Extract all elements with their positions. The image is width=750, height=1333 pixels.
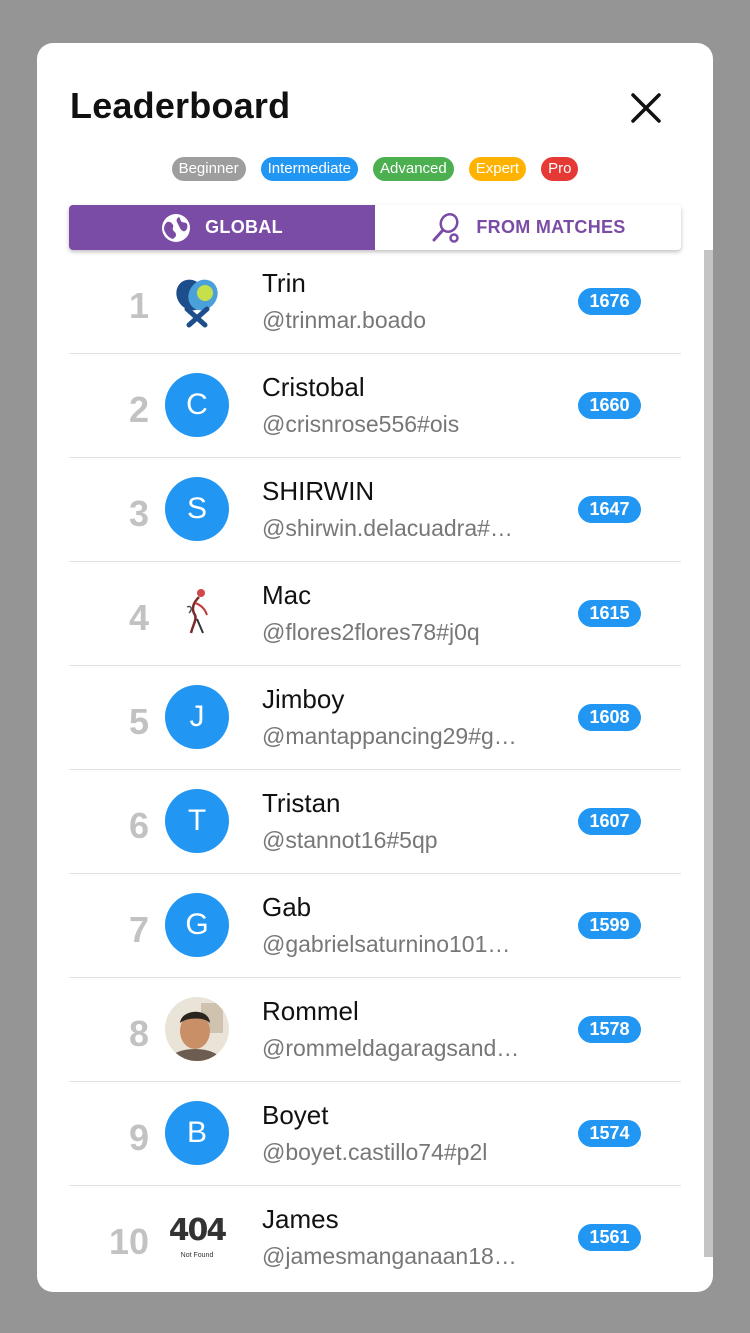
leaderboard-row[interactable]: 7 G Gab @gabrielsaturnino101… 1599 bbox=[69, 874, 681, 978]
player-name: Mac bbox=[262, 580, 312, 610]
avatar[interactable] bbox=[165, 997, 229, 1061]
avatar[interactable]: C bbox=[165, 373, 229, 437]
leaderboard-modal: Leaderboard Beginner Intermediate Advanced… bbox=[37, 43, 713, 1292]
rank-number: 10 bbox=[108, 1221, 149, 1262]
rank-number: 4 bbox=[128, 597, 149, 638]
rank-number: 1 bbox=[128, 285, 149, 326]
leaderboard-list: 1 Trin @trinmar.boado 1676 2 C Cristobal @crisn… bbox=[69, 250, 681, 1289]
close-icon bbox=[631, 93, 661, 123]
pickleball-logo-icon bbox=[176, 279, 218, 328]
not-found-label: Not Found bbox=[180, 1251, 214, 1259]
tab-global[interactable]: GLOBAL bbox=[69, 205, 375, 250]
player-name: SHIRWIN bbox=[262, 476, 375, 506]
player-handle: @flores2flores78#j0q bbox=[262, 619, 480, 645]
rating-badge: 1615 bbox=[578, 600, 641, 627]
player-name: Jimboy bbox=[262, 684, 345, 714]
page-title: Leaderboard bbox=[70, 85, 291, 126]
level-badge-intermediate: Intermediate bbox=[260, 157, 358, 181]
rank-number: 8 bbox=[128, 1013, 149, 1054]
tab-global-label: GLOBAL bbox=[205, 217, 283, 237]
level-badge-pro: Pro bbox=[541, 157, 579, 181]
avatar-letter: J bbox=[189, 700, 205, 733]
tab-from-matches-label: FROM MATCHES bbox=[476, 217, 626, 237]
avatar[interactable]: 404 Not Found bbox=[165, 1205, 229, 1269]
player-handle: @jamesmanganaan18… bbox=[262, 1243, 517, 1269]
player-handle: @gabrielsaturnino101… bbox=[262, 931, 511, 957]
avatar[interactable] bbox=[165, 581, 229, 645]
avatar-letter: S bbox=[186, 492, 207, 525]
level-legend: Beginner Intermediate Advanced Expert Pro bbox=[37, 157, 713, 181]
player-name: Tristan bbox=[262, 788, 341, 818]
rank-number: 2 bbox=[128, 389, 149, 430]
rating-badge: 1608 bbox=[578, 704, 641, 731]
avatar-letter: G bbox=[185, 908, 209, 941]
player-handle: @rommeldagaragsand… bbox=[262, 1035, 520, 1061]
avatar[interactable]: S bbox=[165, 477, 229, 541]
rating-badge: 1647 bbox=[578, 496, 641, 523]
rank-number: 5 bbox=[128, 701, 149, 742]
user-photo-icon bbox=[165, 997, 229, 1061]
player-name: Cristobal bbox=[262, 372, 365, 402]
leaderboard-row[interactable]: 5 J Jimboy @mantappancing29#g… 1608 bbox=[69, 666, 681, 770]
player-handle: @trinmar.boado bbox=[262, 307, 426, 333]
player-name: Boyet bbox=[262, 1100, 329, 1130]
rank-number: 3 bbox=[128, 493, 149, 534]
player-name: James bbox=[262, 1204, 339, 1234]
avatar[interactable]: B bbox=[165, 1101, 229, 1165]
avatar-letter: T bbox=[187, 804, 207, 837]
leaderboard-row[interactable]: 9 B Boyet @boyet.castillo74#p2l 1574 bbox=[69, 1082, 681, 1186]
rank-number: 6 bbox=[128, 805, 149, 846]
leaderboard-row[interactable]: 10 404 Not Found James @jamesmanganaan18… 156… bbox=[69, 1186, 681, 1289]
not-found-code: 404 bbox=[168, 1212, 228, 1248]
globe-icon bbox=[162, 213, 191, 242]
rating-badge: 1574 bbox=[578, 1120, 641, 1147]
leaderboard-tabs: GLOBAL FROM MATCHES bbox=[69, 205, 681, 250]
player-handle: @crisnrose556#ois bbox=[262, 411, 460, 437]
rating-badge: 1578 bbox=[578, 1016, 641, 1043]
rating-badge: 1607 bbox=[578, 808, 641, 835]
avatar[interactable]: G bbox=[165, 893, 229, 957]
rating-badge: 1561 bbox=[578, 1224, 641, 1251]
rank-number: 9 bbox=[128, 1117, 149, 1158]
player-handle: @boyet.castillo74#p2l bbox=[262, 1139, 488, 1165]
tab-from-matches[interactable]: FROM MATCHES bbox=[375, 205, 681, 250]
level-badge-advanced: Advanced bbox=[373, 157, 454, 181]
level-badge-expert: Expert bbox=[468, 157, 527, 181]
avatar[interactable] bbox=[165, 269, 229, 333]
leaderboard-row[interactable]: 4 Mac @flores2flores78#j0q 1615 bbox=[69, 562, 681, 666]
paddle-icon bbox=[432, 212, 460, 243]
level-badge-beginner: Beginner bbox=[171, 157, 246, 181]
avatar-letter: B bbox=[186, 1116, 207, 1149]
rating-badge: 1660 bbox=[578, 392, 641, 419]
rating-badge: 1676 bbox=[578, 288, 641, 315]
close-button[interactable] bbox=[628, 90, 664, 126]
player-name: Trin bbox=[262, 268, 306, 298]
leaderboard-row[interactable]: 2 C Cristobal @crisnrose556#ois 1660 bbox=[69, 354, 681, 458]
player-handle: @stannot16#5qp bbox=[262, 827, 438, 853]
leaderboard-row[interactable]: 6 T Tristan @stannot16#5qp 1607 bbox=[69, 770, 681, 874]
leaderboard-row[interactable]: 8 Rommel @rommeldagaragsand… 1578 bbox=[69, 978, 681, 1082]
rank-number: 7 bbox=[128, 909, 149, 950]
player-name: Rommel bbox=[262, 996, 359, 1026]
player-sketch-icon bbox=[186, 589, 208, 634]
rating-badge: 1599 bbox=[578, 912, 641, 939]
scrollbar[interactable] bbox=[704, 250, 713, 1257]
player-handle: @mantappancing29#g… bbox=[262, 723, 517, 749]
player-handle: @shirwin.delacuadra#… bbox=[262, 515, 513, 541]
leaderboard-row[interactable]: 3 S SHIRWIN @shirwin.delacuadra#… 1647 bbox=[69, 458, 681, 562]
avatar[interactable]: J bbox=[165, 685, 229, 749]
leaderboard-row[interactable]: 1 Trin @trinmar.boado 1676 bbox=[69, 250, 681, 354]
player-name: Gab bbox=[262, 892, 312, 922]
avatar-letter: C bbox=[186, 388, 208, 421]
avatar[interactable]: T bbox=[165, 789, 229, 853]
